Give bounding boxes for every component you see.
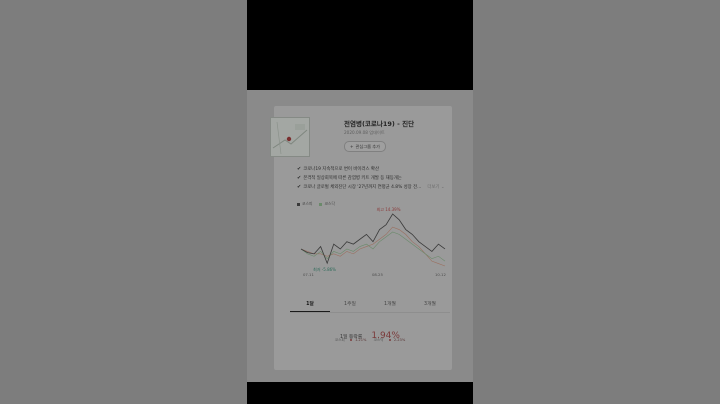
kospi-label: 코스피 — [334, 338, 345, 342]
letterbox-top — [247, 0, 473, 90]
theme-thumbnail — [270, 117, 310, 157]
series-line-1 — [300, 231, 446, 262]
update-date: 2020.09.08 업데이트 — [344, 130, 385, 135]
kosdaq-dot — [388, 339, 391, 341]
app-frame: 전염병(코로나19) - 진단 2020.09.08 업데이트 + 관심그룹 추… — [247, 90, 473, 382]
kosdaq-value: 2.23% — [393, 338, 406, 342]
kosdaq-label: 코스닥 — [373, 338, 384, 342]
key-point: ✔ 본격적 일상회복에 따른 감염병 키트 개발 등 재등개는 — [297, 173, 467, 182]
x-tick-label: 08.25 — [372, 272, 383, 277]
kospi-value: 1.21% — [355, 338, 367, 342]
add-to-watchlist-button[interactable]: + 관심그룹 추가 — [344, 141, 386, 152]
tab-1m[interactable]: 1달 — [290, 298, 330, 312]
x-tick-label: 10.12 — [435, 272, 446, 277]
key-point-text: 코로나19 지속적으로 변이 바이러스 확산 — [303, 166, 380, 172]
tab-1mo[interactable]: 1개월 — [370, 298, 410, 312]
key-point: ✔ 코로나19 지속적으로 변이 바이러스 확산 — [297, 164, 467, 173]
index-changes: 코스피 1.21% 코스닥 2.23% — [290, 338, 450, 343]
tab-3mo[interactable]: 3개월 — [410, 298, 450, 312]
period-tabs: 1달 1주일 1개월 3개월 — [290, 298, 450, 313]
series-line-0 — [300, 213, 446, 265]
high-annotation: 최고 14.39% — [377, 206, 401, 212]
more-link[interactable]: 더보기 ⌄ — [427, 184, 444, 190]
price-chart: 최고 14.39% 최저 -5.86%07.11 08.25 10.12 — [300, 206, 446, 277]
check-icon: ✔ — [297, 165, 302, 172]
letterbox-bottom — [247, 382, 473, 404]
key-point-text: 본격적 일상회복에 따른 감염병 키트 개발 등 재등개는 — [303, 175, 402, 181]
key-point-text: 코로나 글로벌 체외진단 시장 '27년까지 연평균 4.8% 성장 전... — [303, 184, 422, 190]
key-points: ✔ 코로나19 지속적으로 변이 바이러스 확산 ✔ 본격적 일상회복에 따른 … — [297, 164, 467, 191]
key-point: ✔ 코로나 글로벌 체외진단 시장 '27년까지 연평균 4.8% 성장 전..… — [297, 182, 467, 191]
check-icon: ✔ — [297, 183, 302, 190]
tab-1w[interactable]: 1주일 — [330, 298, 370, 312]
low-annotation: 최저 -5.86% — [313, 266, 336, 272]
series-line-2 — [300, 226, 446, 267]
add-button-label: 관심그룹 추가 — [355, 144, 380, 149]
kospi-dot — [349, 339, 352, 341]
page-title: 전염병(코로나19) - 진단 — [344, 120, 415, 128]
plus-icon: + — [350, 144, 354, 149]
x-tick-label: 07.11 — [303, 272, 314, 277]
check-icon: ✔ — [297, 174, 302, 181]
